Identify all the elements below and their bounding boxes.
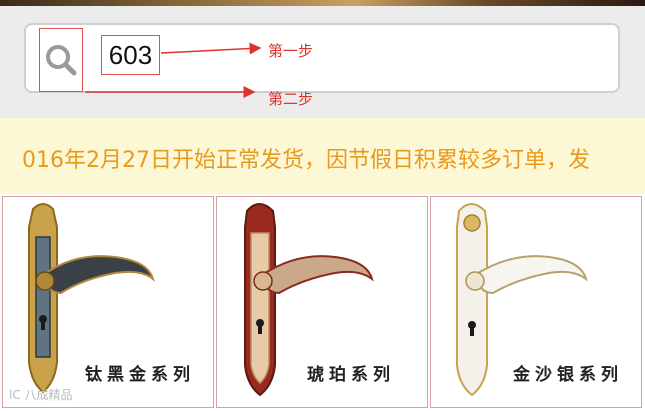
step1-label: 第一步 [268,42,314,60]
product-label: 钛黑金系列 [85,365,195,385]
product-card-amber[interactable]: 琥珀系列 [216,196,428,408]
product-label: 金沙银系列 [513,365,623,385]
notice-text: 016年2月27日开始正常发货，因节假日积累较多订单，发 [22,148,590,173]
step2-label: 第二步 [268,90,314,108]
search-icon [46,45,77,76]
search-button[interactable] [39,28,83,92]
search-input[interactable]: 603 [101,35,160,75]
notice-bar: 016年2月27日开始正常发货，因节假日积累较多订单，发 [0,118,645,194]
product-card-titanium-black-gold[interactable]: 钛黑金系列 lC 八成精品 [2,196,214,408]
product-grid: 钛黑金系列 lC 八成精品 琥珀系列 金沙银系列 [0,194,645,411]
product-label: 琥珀系列 [307,365,395,385]
watermark: lC 八成精品 [9,388,73,402]
product-card-golden-sand-silver[interactable]: 金沙银系列 [430,196,642,408]
